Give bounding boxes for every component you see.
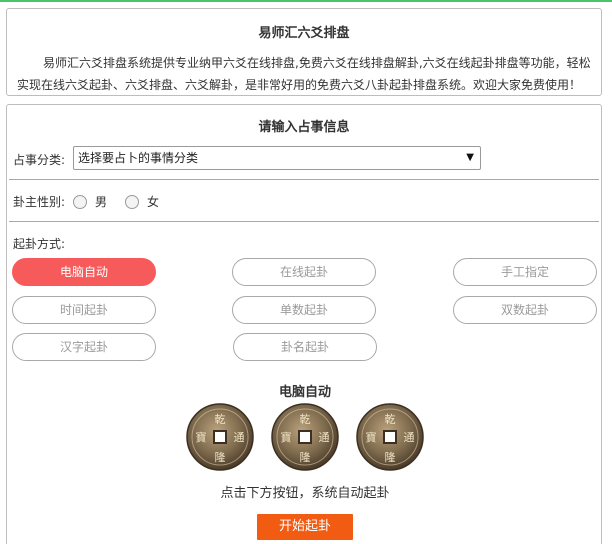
gender-male-label: 男 xyxy=(95,195,108,209)
intro-text: 易师汇六爻排盘系统提供专业纳甲六爻在线排盘,免费六爻在线排盘解卦,六爻在线起卦排… xyxy=(17,56,591,92)
gender-female-label: 女 xyxy=(147,195,160,209)
dropdown-arrow-icon: ▼ xyxy=(466,152,474,163)
coin-char-right: 通 xyxy=(404,431,415,444)
coin-char-top: 乾 xyxy=(385,413,396,426)
category-select[interactable]: 选择要占卜的事情分类 ▼ xyxy=(73,146,481,170)
coin-icon: 乾 隆 通 寶 xyxy=(271,403,339,471)
method-odd-number-button[interactable]: 单数起卦 xyxy=(232,296,376,324)
coin-icon: 乾 隆 通 寶 xyxy=(186,403,254,471)
coin-icon: 乾 隆 通 寶 xyxy=(356,403,424,471)
category-selected-value: 选择要占卜的事情分类 xyxy=(78,151,199,165)
mode-title: 电脑自动 xyxy=(278,385,331,400)
coin-char-top: 乾 xyxy=(215,413,226,426)
form-title: 请输入占事信息 xyxy=(258,120,350,135)
method-time-button[interactable]: 时间起卦 xyxy=(12,296,156,324)
divider xyxy=(9,179,599,180)
intro-panel: 易师汇六爻排盘 易师汇六爻排盘系统提供专业纳甲六爻在线排盘,免费六爻在线排盘解卦… xyxy=(6,8,602,96)
coin-char-left: 寶 xyxy=(196,430,207,444)
gender-male-radio[interactable]: 男 xyxy=(73,193,107,210)
coin-char-top: 乾 xyxy=(300,413,311,426)
coin-char-bottom: 隆 xyxy=(215,450,226,464)
gender-female-radio[interactable]: 女 xyxy=(125,193,159,210)
gender-label: 卦主性别: xyxy=(13,195,66,209)
method-hexagram-name-button[interactable]: 卦名起卦 xyxy=(233,333,377,361)
radio-circle-icon xyxy=(125,194,139,209)
coin-char-left: 寶 xyxy=(281,430,292,444)
category-label: 占事分类: xyxy=(13,153,66,167)
method-online-button[interactable]: 在线起卦 xyxy=(232,258,376,286)
coin-char-right: 通 xyxy=(234,431,245,444)
coin-char-right: 通 xyxy=(319,431,330,444)
coin-char-left: 寶 xyxy=(366,430,377,444)
coin-char-bottom: 隆 xyxy=(300,450,311,464)
method-manual-button[interactable]: 手工指定 xyxy=(453,258,597,286)
divination-form: 请输入占事信息 占事分类: 选择要占卜的事情分类 ▼ 卦主性别: 男 女 起卦方… xyxy=(6,104,602,544)
coin-char-bottom: 隆 xyxy=(385,450,396,464)
start-divination-button[interactable]: 开始起卦 xyxy=(257,514,353,540)
method-chinese-char-button[interactable]: 汉字起卦 xyxy=(12,333,156,361)
auto-hint-text: 点击下方按钮，系统自动起卦 xyxy=(220,486,390,501)
intro-title: 易师汇六爻排盘 xyxy=(258,26,350,41)
divider xyxy=(9,221,599,222)
radio-circle-icon xyxy=(73,194,87,209)
method-label: 起卦方式: xyxy=(13,237,66,251)
top-accent-bar xyxy=(0,0,612,2)
method-even-number-button[interactable]: 双数起卦 xyxy=(453,296,597,324)
method-computer-auto-button[interactable]: 电脑自动 xyxy=(12,258,156,286)
